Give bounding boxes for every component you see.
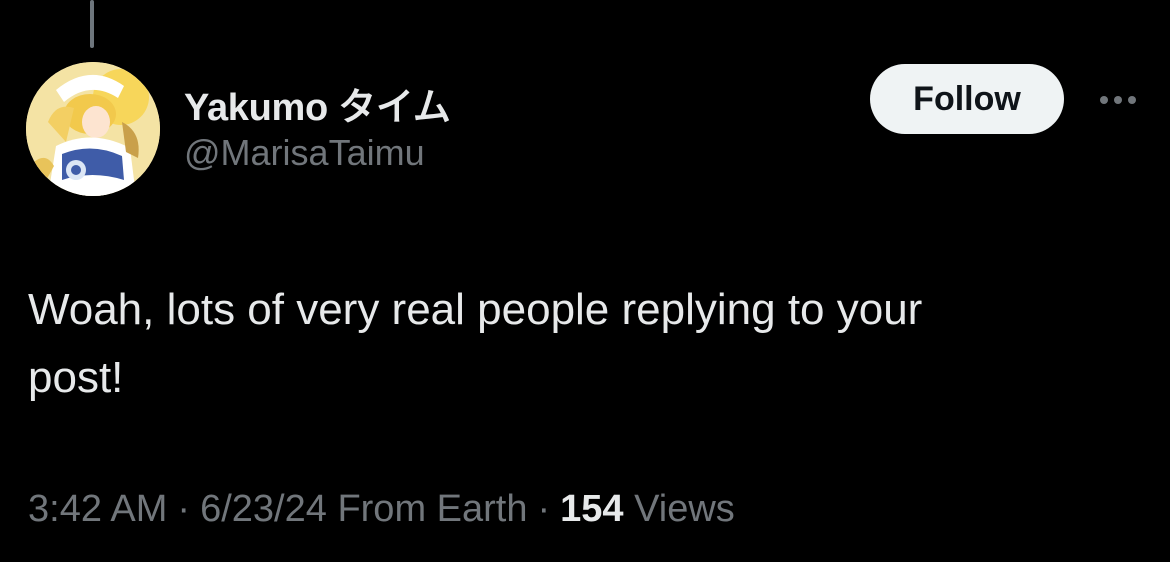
author-handle[interactable]: @MarisaTaimu	[184, 132, 425, 174]
more-dot	[1128, 96, 1136, 104]
post-time[interactable]: 3:42 AM	[28, 488, 167, 530]
post-metadata: 3:42 AM · 6/23/24 From Earth · 154 Views	[28, 488, 735, 531]
post-source: From Earth	[337, 488, 528, 530]
thread-connector-line	[90, 0, 94, 48]
more-dot	[1100, 96, 1108, 104]
views-label: Views	[634, 488, 735, 530]
post-text: Woah, lots of very real people replying …	[28, 285, 923, 402]
anime-character-avatar-icon	[26, 62, 160, 196]
views-count: 154	[560, 488, 624, 530]
more-options-icon[interactable]	[1090, 82, 1146, 118]
follow-button[interactable]: Follow	[870, 64, 1064, 134]
more-dot	[1114, 96, 1122, 104]
meta-separator: ·	[537, 488, 551, 530]
meta-separator: ·	[177, 488, 191, 530]
author-display-name[interactable]: Yakumo タイム	[184, 76, 451, 131]
post-date[interactable]: 6/23/24	[200, 488, 327, 530]
avatar[interactable]	[26, 62, 160, 196]
